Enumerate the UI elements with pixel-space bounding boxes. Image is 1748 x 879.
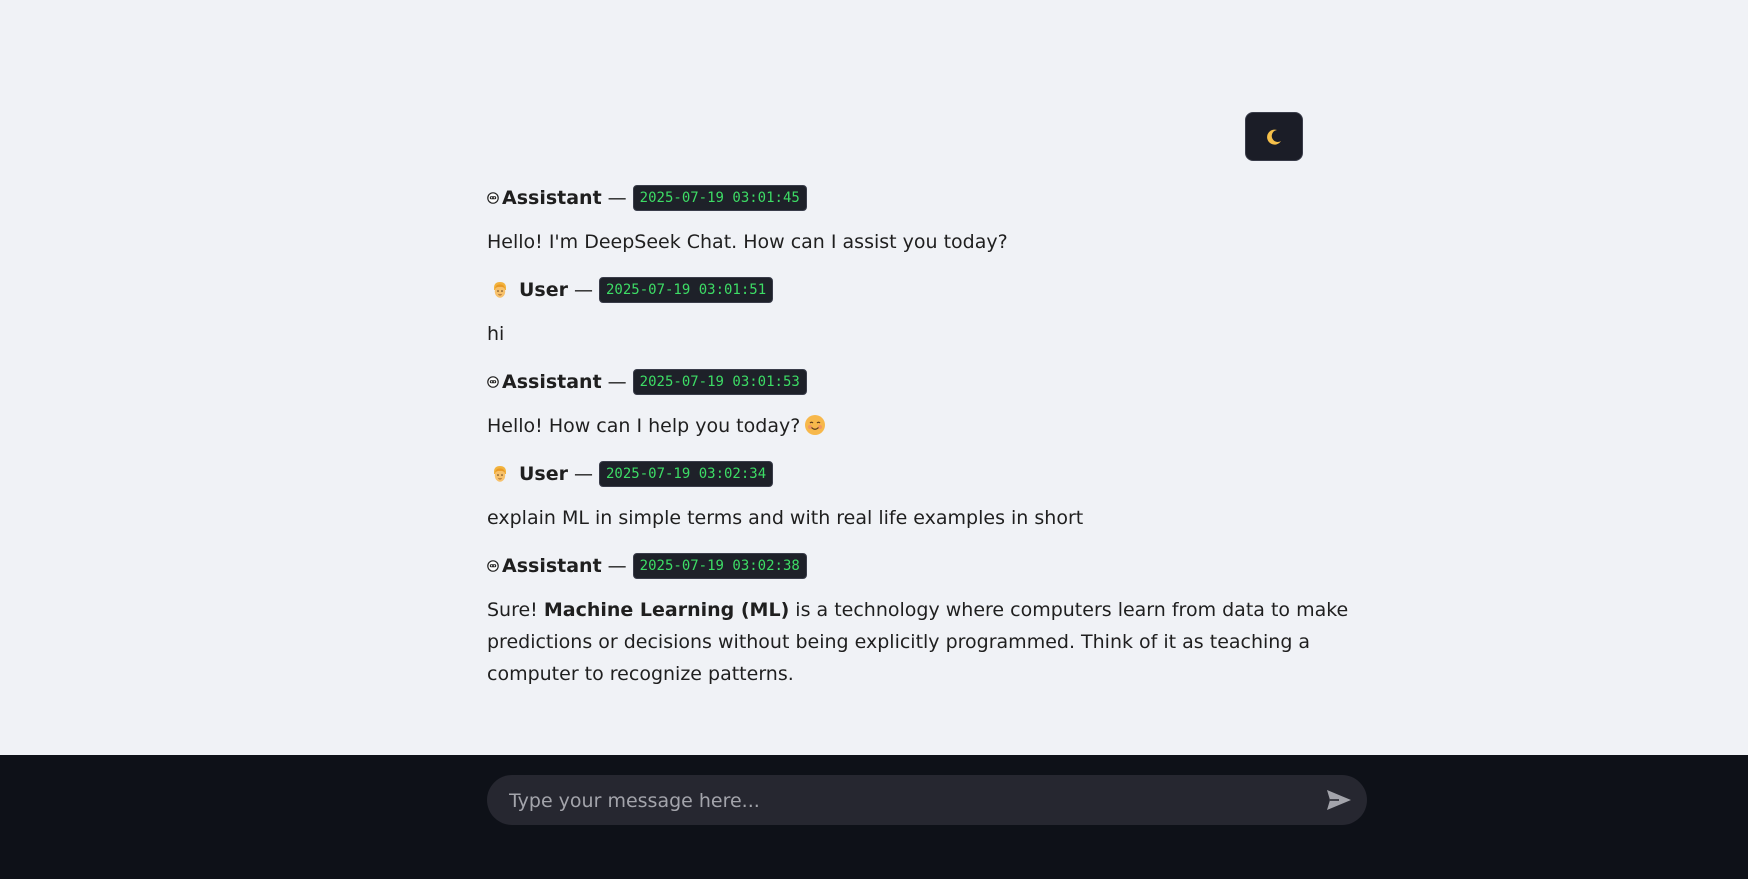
message-text: Sure! Machine Learning (ML) is a technol…: [487, 594, 1367, 690]
message-header: User — 2025-07-19 03:02:34: [487, 460, 1367, 488]
timestamp-badge: 2025-07-19 03:02:34: [599, 461, 774, 487]
separator: —: [607, 371, 627, 393]
message-text: Hello! I'm DeepSeek Chat. How can I assi…: [487, 231, 1008, 253]
message-text: explain ML in simple terms and with real…: [487, 507, 1084, 529]
chat-message-input[interactable]: [507, 775, 1291, 827]
person-icon: [494, 282, 506, 298]
message-text: hi: [487, 323, 505, 345]
message-header: Assistant — 2025-07-19 03:02:38: [487, 552, 1367, 580]
timestamp-badge: 2025-07-19 03:01:51: [599, 277, 774, 303]
timestamp-badge: 2025-07-19 03:01:45: [632, 185, 807, 211]
chat-message: Assistant — 2025-07-19 03:01:45 Hello! I…: [487, 184, 1367, 258]
separator: —: [574, 463, 593, 485]
person-icon: [494, 466, 506, 482]
message-text-content: Hello! How can I help you today?: [487, 415, 801, 437]
timestamp-badge: 2025-07-19 03:02:38: [632, 553, 807, 579]
message-text: Hello! How can I help you today?: [487, 410, 1367, 442]
chat-message: Assistant — 2025-07-19 03:02:38 Sure! Ma…: [487, 552, 1367, 690]
sender-name: Assistant: [502, 187, 602, 209]
message-header: Assistant — 2025-07-19 03:01:45: [487, 184, 1367, 212]
robot-icon: [487, 560, 499, 572]
robot-icon: [487, 376, 499, 388]
message-header: Assistant — 2025-07-19 03:01:53: [487, 368, 1367, 396]
robot-icon: [487, 192, 499, 204]
chat-message: Assistant — 2025-07-19 03:01:53 Hello! H…: [487, 368, 1367, 442]
smiling-face-icon: [805, 415, 826, 435]
send-button[interactable]: [1325, 787, 1353, 813]
chat-message: User — 2025-07-19 03:01:51 hi: [487, 276, 1367, 350]
separator: —: [607, 187, 627, 209]
theme-toggle-button[interactable]: [1245, 112, 1303, 161]
moon-icon: [1267, 129, 1281, 145]
separator: —: [607, 555, 627, 577]
message-header: User — 2025-07-19 03:01:51: [487, 276, 1367, 304]
send-icon: [1327, 790, 1351, 810]
separator: —: [574, 279, 593, 301]
timestamp-badge: 2025-07-19 03:01:53: [632, 369, 807, 395]
chat-page: Assistant — 2025-07-19 03:01:45 Hello! I…: [0, 0, 1748, 879]
chat-input-bar: [0, 755, 1748, 879]
chat-history: Assistant — 2025-07-19 03:01:45 Hello! I…: [487, 184, 1367, 708]
sender-name: Assistant: [502, 371, 602, 393]
sender-name: User: [519, 463, 568, 485]
sender-name: User: [519, 279, 568, 301]
sender-name: Assistant: [502, 555, 602, 577]
message-text-prefix: Sure!: [487, 599, 544, 621]
chat-input-container: [487, 775, 1367, 827]
message-text-bold: Machine Learning (ML): [543, 599, 790, 621]
chat-message: User — 2025-07-19 03:02:34 explain ML in…: [487, 460, 1367, 534]
